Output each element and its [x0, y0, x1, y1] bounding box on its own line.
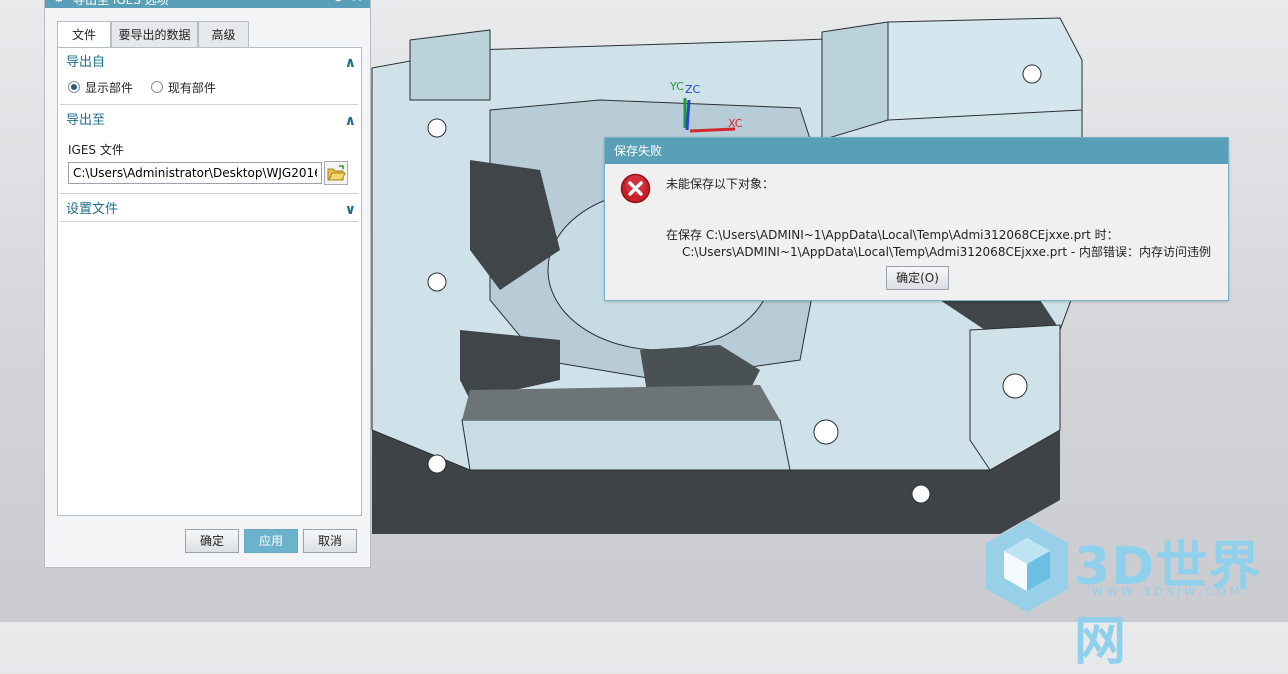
tab-file[interactable]: 文件: [57, 21, 111, 48]
ok-button[interactable]: 确定: [185, 529, 239, 553]
radio-label: 现有部件: [167, 81, 216, 95]
radio-unselected-icon: [150, 81, 163, 93]
tab-panel-file: 导出自 ∧ 显示部件 现有部件 导出至 ∧ IGES 文件 C:\Users\A…: [57, 47, 362, 516]
browse-button[interactable]: [324, 161, 348, 185]
axis-label-xc: XC: [728, 117, 743, 130]
chevron-down-icon[interactable]: ∨: [345, 199, 356, 221]
chevron-up-icon[interactable]: ∧: [345, 110, 356, 132]
section-heading: 设置文件: [66, 202, 119, 217]
apply-button[interactable]: 应用: [244, 529, 298, 553]
gear-icon: ⚙: [53, 0, 65, 6]
radio-label: 显示部件: [85, 81, 134, 95]
cancel-button[interactable]: 取消: [303, 529, 357, 553]
section-export-from[interactable]: 导出自 ∧: [66, 52, 356, 74]
iges-file-label: IGES 文件: [68, 143, 124, 157]
axis-label-yc: YC: [669, 80, 684, 93]
divider: [60, 193, 358, 194]
dialog-title: 导出至 IGES 选项: [73, 0, 169, 7]
radio-displayed-part[interactable]: 显示部件: [68, 81, 137, 95]
section-export-to[interactable]: 导出至 ∧: [66, 110, 356, 132]
error-message: 未能保存以下对象：: [666, 177, 775, 191]
divider: [60, 221, 358, 222]
folder-open-icon: [327, 165, 346, 181]
reset-icon[interactable]: ⟲: [331, 0, 343, 6]
radio-selected-icon: [68, 81, 80, 93]
save-failed-dialog: 保存失败 未能保存以下对象： 在保存 C:\Users\ADMINI~1\App…: [604, 137, 1229, 301]
radio-existing-part[interactable]: 现有部件: [150, 81, 216, 95]
dialog-title-bar[interactable]: ⚙ 导出至 IGES 选项 ⟲ ✕: [45, 0, 370, 8]
error-dialog-title[interactable]: 保存失败: [605, 138, 1228, 164]
section-settings-file[interactable]: 设置文件 ∨: [66, 199, 356, 221]
section-heading: 导出至: [66, 113, 106, 128]
error-x-icon: [620, 173, 651, 204]
error-detail-line-1: 在保存 C:\Users\ADMINI~1\AppData\Local\Temp…: [666, 228, 1119, 242]
export-iges-dialog: ⚙ 导出至 IGES 选项 ⟲ ✕ 文件 要导出的数据 高级 导出自 ∧ 显示部…: [44, 0, 371, 568]
watermark: 3D世界网 WWW.3DSJW.COM: [984, 518, 1284, 672]
error-ok-button[interactable]: 确定(O): [886, 266, 949, 290]
error-detail-line-2: C:\Users\ADMINI~1\AppData\Local\Temp\Adm…: [682, 245, 1211, 259]
divider: [60, 104, 358, 105]
tab-advanced[interactable]: 高级: [198, 21, 249, 47]
iges-file-path-input[interactable]: [68, 162, 322, 184]
axis-label-zc: ZC: [685, 83, 701, 96]
export-from-options: 显示部件 现有部件: [68, 79, 216, 96]
watermark-text: 3D世界网: [1074, 537, 1262, 672]
close-icon[interactable]: ✕: [351, 0, 363, 6]
chevron-up-icon[interactable]: ∧: [345, 52, 356, 74]
cube-logo-icon: [986, 520, 1068, 612]
section-heading: 导出自: [66, 55, 106, 70]
watermark-url: WWW.3DSJW.COM: [1092, 585, 1244, 598]
tab-data-to-export[interactable]: 要导出的数据: [111, 21, 198, 47]
